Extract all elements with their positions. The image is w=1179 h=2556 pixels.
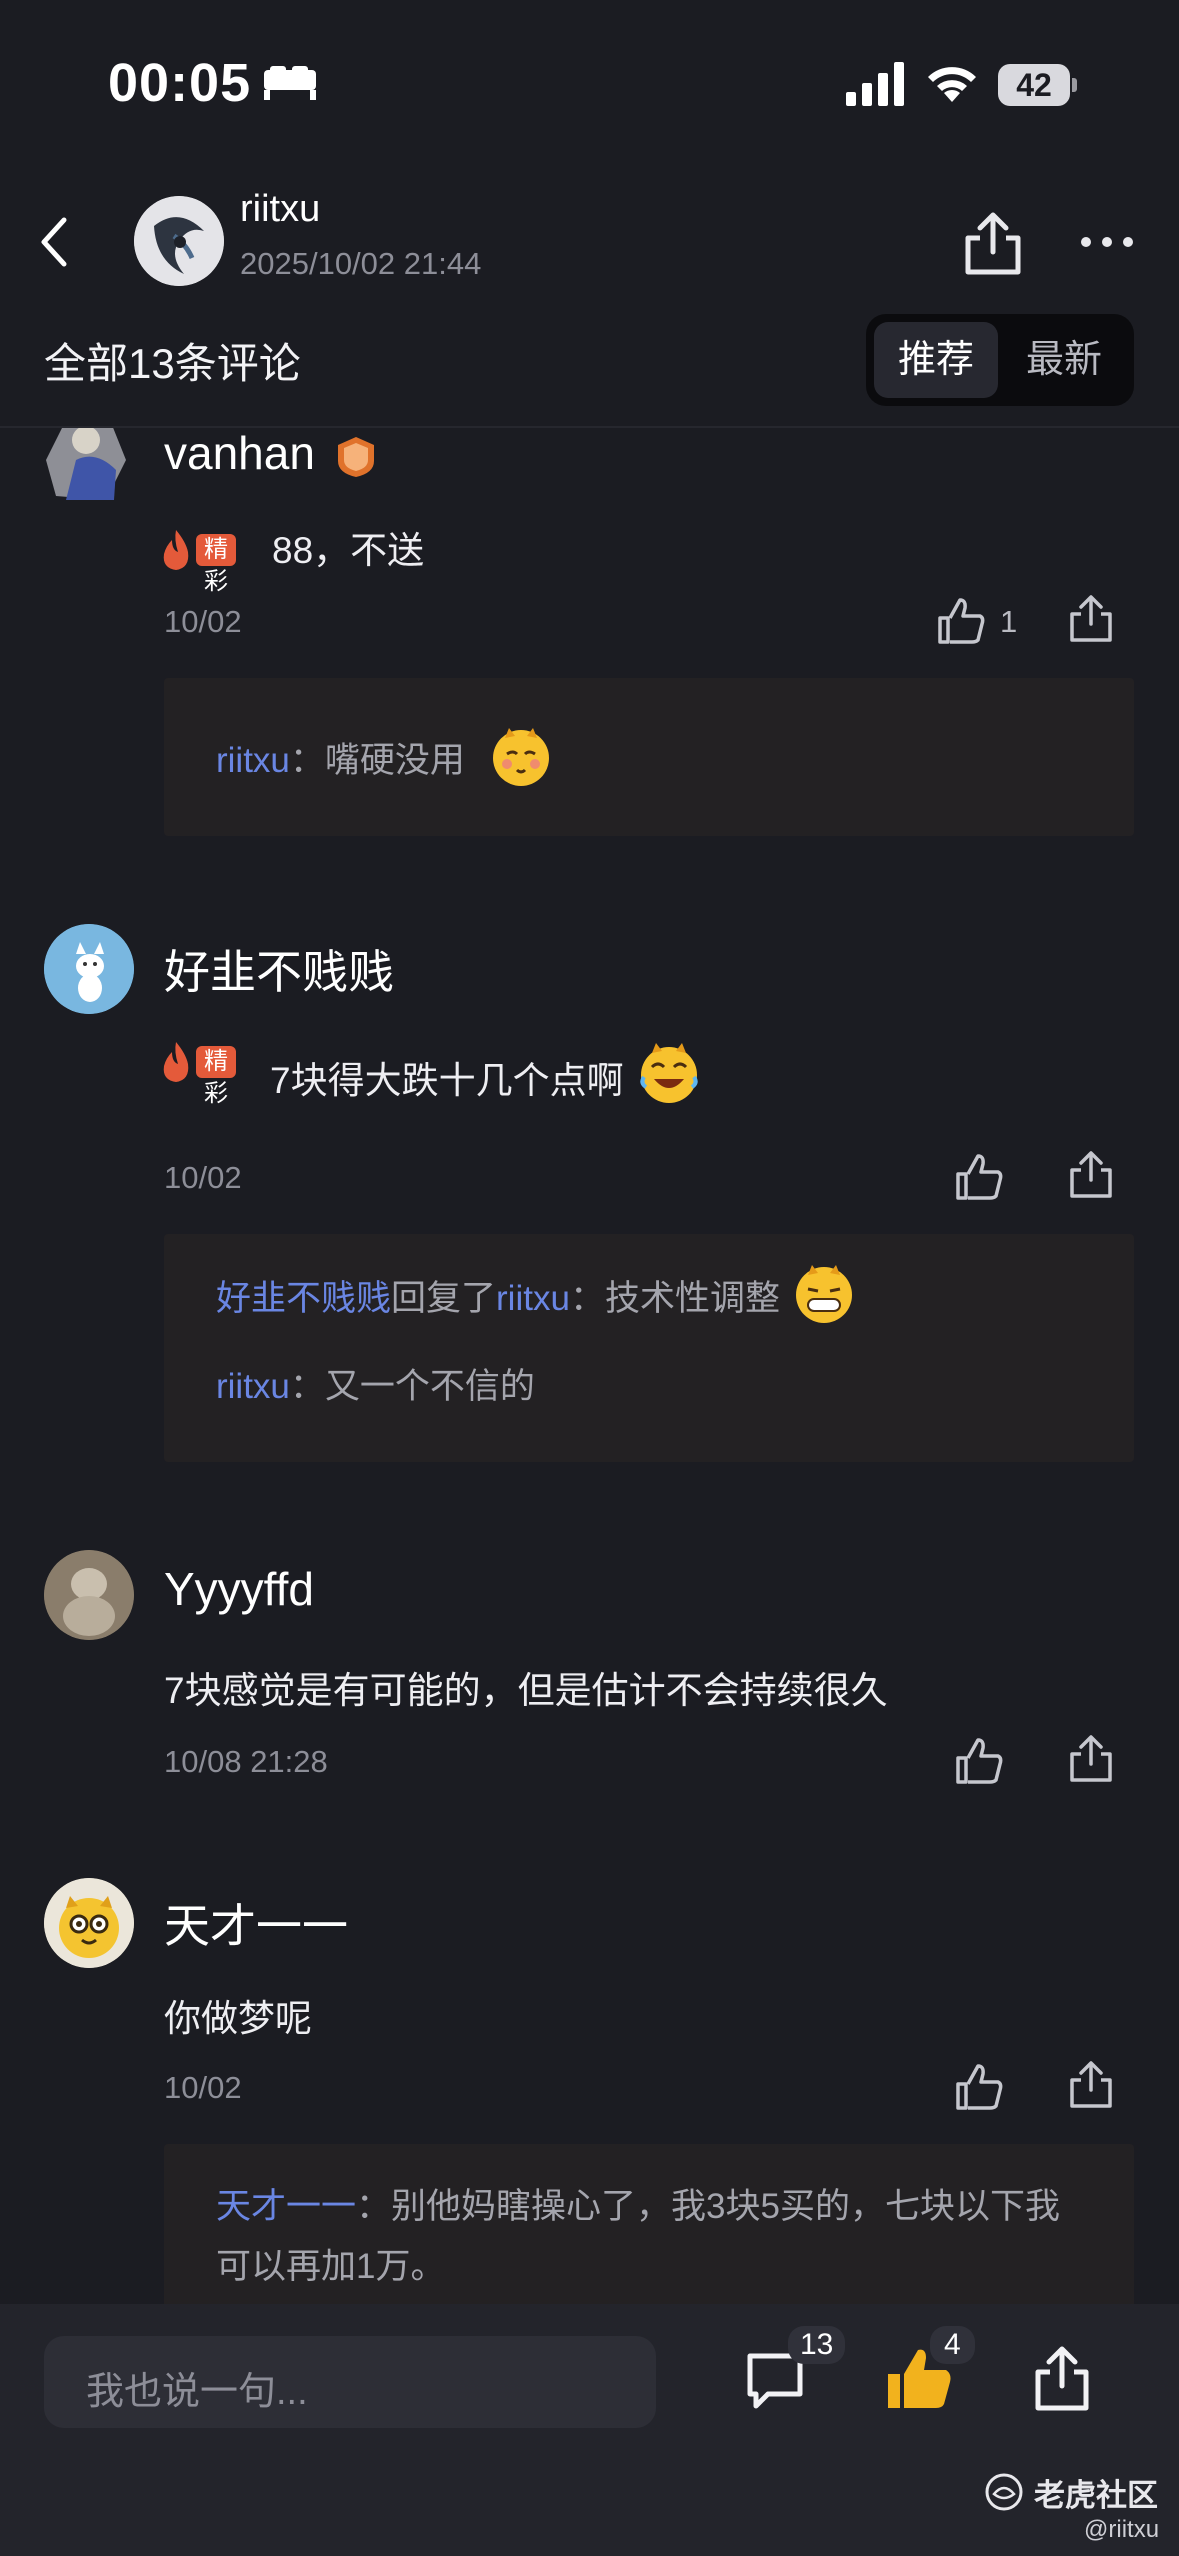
comment-input[interactable]: 我也说一句... [44,2336,656,2428]
comment-input-placeholder: 我也说一句... [86,2371,308,2413]
thumbs-up-icon[interactable] [952,1150,1006,1204]
comment-username: vanhan [164,428,378,480]
tiger-logo-icon [985,2473,1023,2511]
featured-label: 精彩 [196,1046,236,1107]
back-button[interactable] [30,212,80,272]
comment-date: 10/02 [164,1160,242,1195]
featured-label: 精彩 [196,534,236,595]
reply-author[interactable]: riitxu [216,741,290,780]
flame-icon [163,530,189,570]
status-time: 00:05 [108,53,252,113]
thumbs-up-icon[interactable] [952,1734,1006,1788]
post-time: 2025/10/02 21:44 [240,246,482,281]
reply-author[interactable]: 好韭不贱贱 [216,1279,391,1318]
comment-date: 10/02 [164,604,242,639]
reply-box[interactable]: 天才一一：别他妈瞎操心了，我3块5买的，七块以下我 可以再加1万。 [164,2144,1134,2304]
avatar[interactable] [36,428,144,508]
reply-connector: 回复了 [391,1279,497,1318]
reply-line: riitxu：又一个不信的 [216,1358,535,1409]
share-icon[interactable] [1064,2058,1118,2112]
username-text[interactable]: vanhan [164,428,315,479]
comment-username[interactable]: 天才一一 [164,1890,348,1956]
reply-separator: ： [289,741,325,780]
comment-username[interactable]: Yyyyffd [164,1562,314,1616]
reply-author[interactable]: 天才一一 [216,2187,356,2226]
avatar[interactable] [44,924,134,1014]
comment-text: 7块得大跌十几个点啊 [270,1043,704,1107]
share-icon[interactable] [1030,2344,1094,2414]
share-icon[interactable] [1064,1148,1118,1202]
comment-date: 10/08 21:28 [164,1744,328,1779]
wifi-icon [928,67,976,102]
reply-target[interactable]: riitxu [496,1279,570,1318]
avatar-image [44,1550,134,1640]
shield-badge-icon [337,436,374,477]
comment-date: 10/02 [164,2070,242,2105]
tiger-emoji-icon [492,727,549,786]
comment-text-content: 7块得大跌十几个点啊 [270,1060,624,1101]
watermark-brand: 老虎社区 [1034,2478,1158,2513]
reply-text: 嘴硬没用 [324,741,465,780]
sort-latest-tab[interactable]: 最新 [1002,322,1126,398]
reply-box[interactable]: riitxu：嘴硬没用 [164,678,1134,836]
sort-recommend-tab[interactable]: 推荐 [874,322,998,398]
share-icon[interactable] [958,208,1028,278]
share-icon[interactable] [1064,1732,1118,1786]
reply-text: 又一个不信的 [324,1367,535,1406]
reply-text: 别他妈瞎操心了，我3块5买的，七块以下我 [391,2187,1060,2226]
reply-separator: ： [356,2187,392,2226]
reply-text: 技术性调整 [604,1279,780,1318]
like-count-badge: 4 [930,2326,975,2364]
flame-icon [163,1042,189,1082]
comment-text: 7块感觉是有可能的，但是估计不会持续很久 [164,1670,888,1711]
share-icon[interactable] [1064,592,1118,646]
watermark-handle: @riitxu [1084,2516,1160,2543]
signal-icon [846,62,904,106]
thumbs-up-icon[interactable] [952,2060,1006,2114]
bottom-action-bar: 我也说一句... 13 4 老虎社区 @riitxu [0,2304,1179,2556]
tiger-emoji-icon [795,1264,852,1323]
comment-text: 你做梦呢 [164,1998,312,2039]
avatar[interactable] [44,1550,134,1640]
avatar[interactable] [44,1878,134,1968]
author-name[interactable]: riitxu [240,188,320,231]
reply-line: riitxu：嘴硬没用 [216,727,555,790]
avatar-image [44,924,134,1014]
tiger-emoji-icon [640,1043,698,1104]
reply-line: 天才一一：别他妈瞎操心了，我3块5买的，七块以下我 [216,2178,1060,2229]
avatar-image [46,428,126,500]
avatar-image [134,196,224,286]
reply-author[interactable]: riitxu [216,1367,290,1406]
avatar-image [44,1878,134,1968]
like-count: 1 [1000,604,1018,639]
comment-text: 88，不送 [272,530,425,571]
author-avatar[interactable] [134,196,224,286]
more-dots-icon[interactable] [1080,222,1134,262]
reply-line-continued: 可以再加1万。 [216,2247,446,2286]
sort-toggle: 推荐 最新 [866,314,1134,406]
reply-line: 好韭不贱贱回复了riitxu：技术性调整 [216,1264,858,1327]
comment-list[interactable]: vanhan 精彩 88，不送 10/02 1 riitxu：嘴硬没用 好韭不贱… [0,428,1179,2304]
comment-count-title: 全部13条评论 [44,340,301,387]
bed-icon [264,66,316,100]
battery-level: 42 [1016,67,1052,103]
comment-username[interactable]: 好韭不贱贱 [164,936,394,1002]
reply-separator: ： [289,1367,325,1406]
thumbs-up-icon[interactable] [934,594,988,648]
battery-icon: 42 [998,64,1078,108]
comment-count-badge: 13 [788,2326,846,2364]
reply-separator: ： [569,1279,605,1318]
reply-box[interactable]: 好韭不贱贱回复了riitxu：技术性调整 riitxu：又一个不信的 [164,1234,1134,1462]
